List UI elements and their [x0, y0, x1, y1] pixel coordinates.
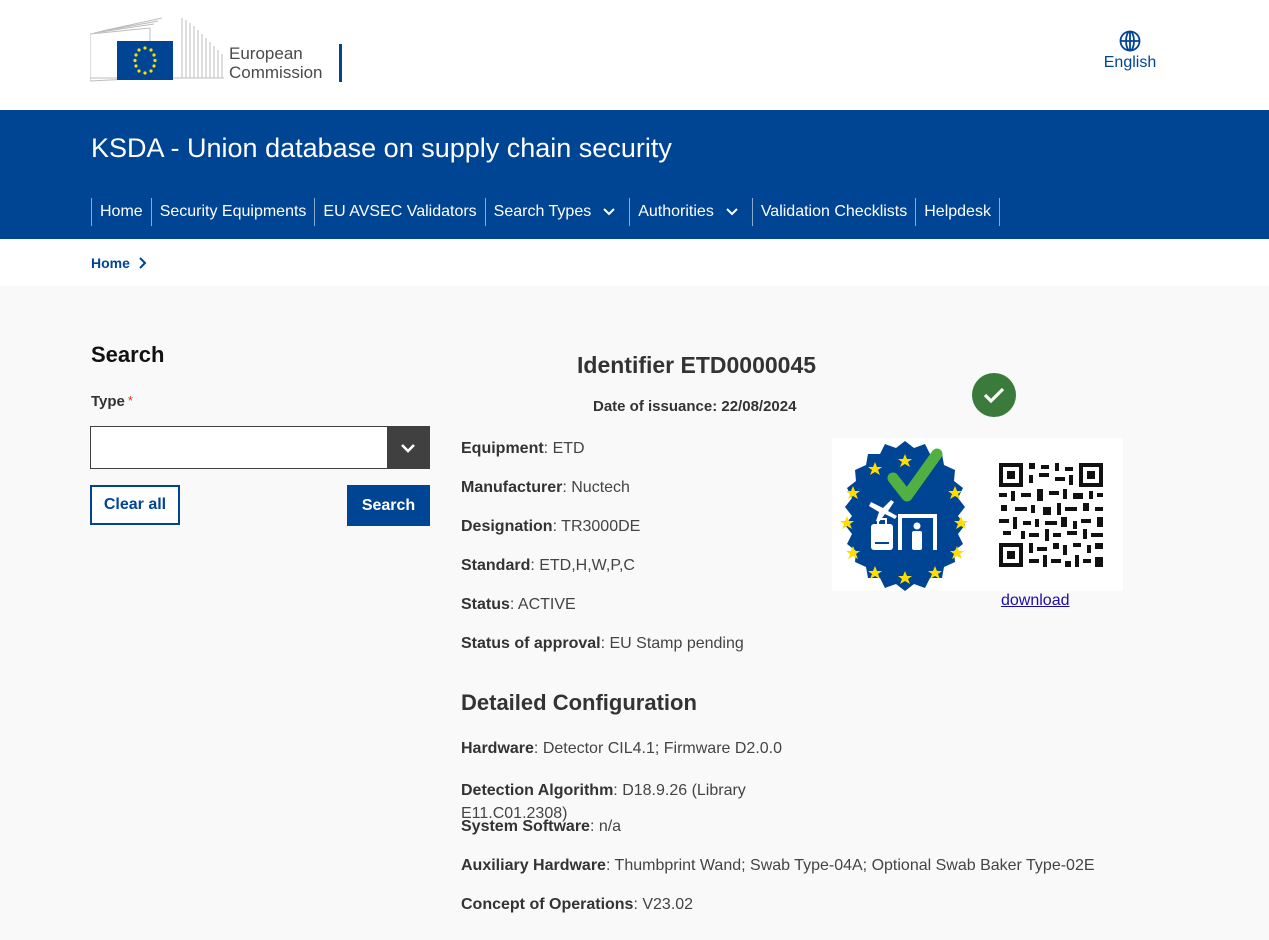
field-value: : ETD	[543, 440, 585, 457]
detailed-configuration-heading: Detailed Configuration	[461, 690, 697, 715]
nav-item-validation-checklists[interactable]: Validation Checklists	[751, 198, 915, 226]
search-heading: Search	[91, 342, 165, 367]
site-title[interactable]: KSDA - Union database on supply chain se…	[91, 133, 672, 164]
field-value: : V23.02	[633, 896, 694, 913]
top-header: European Commission English	[0, 0, 1269, 110]
clear-all-button[interactable]: Clear all	[90, 485, 180, 525]
field-equipment: Equipment: ETD	[461, 440, 585, 458]
search-button[interactable]: Search	[347, 485, 430, 526]
config-concept-of-operations: Concept of Operations: V23.02	[461, 896, 693, 914]
field-designation: Designation: TR3000DE	[461, 518, 640, 536]
nav-item-authorities[interactable]: Authorities	[629, 198, 752, 226]
field-value: : TR3000DE	[552, 518, 641, 535]
type-select[interactable]	[90, 426, 430, 469]
config-auxiliary-hardware: Auxiliary Hardware: Thumbprint Wand; Swa…	[461, 857, 1095, 875]
logo-text: European Commission	[229, 44, 323, 82]
type-label: Type *	[91, 393, 133, 410]
field-label: Standard	[461, 557, 531, 574]
european-commission-logo[interactable]: European Commission	[89, 16, 350, 84]
chevron-down-icon	[603, 208, 615, 216]
site-banner: KSDA - Union database on supply chain se…	[0, 110, 1269, 239]
ec-logo-graphic	[89, 17, 224, 82]
nav-label: Search Types	[493, 203, 592, 220]
type-label-text: Type	[91, 393, 125, 410]
field-manufacturer: Manufacturer: Nuctech	[461, 479, 630, 497]
breadcrumb-bar: Home	[0, 239, 1269, 286]
field-label: System Software	[461, 818, 590, 835]
eu-stamp-seal-icon	[840, 441, 1103, 591]
field-label: Status of approval	[461, 635, 601, 652]
nav-label: Security Equipments	[159, 203, 307, 220]
config-system-software: System Software: n/a	[461, 818, 621, 836]
required-marker: *	[127, 393, 133, 408]
field-value: : ACTIVE	[509, 596, 576, 613]
chevron-down-icon	[726, 208, 738, 216]
field-status-of-approval: Status of approval: EU Stamp pending	[461, 635, 744, 653]
nav-item-eu-avsec-validators[interactable]: EU AVSEC Validators	[314, 198, 484, 226]
field-value: : Thumbprint Wand; Swab Type-04A; Option…	[605, 857, 1095, 874]
nav-label: Authorities	[638, 203, 714, 220]
field-label: Auxiliary Hardware	[461, 857, 606, 874]
field-label: Designation	[461, 518, 553, 535]
field-label: Manufacturer	[461, 479, 563, 496]
field-value: : Nuctech	[562, 479, 630, 496]
field-value: : ETD,H,W,P,C	[530, 557, 635, 574]
nav-label: Home	[100, 203, 143, 220]
field-status: Status: ACTIVE	[461, 596, 576, 614]
nav-item-security-equipments[interactable]: Security Equipments	[150, 198, 315, 226]
logo-divider	[339, 44, 342, 82]
field-label: Status	[461, 596, 510, 613]
nav-item-helpdesk[interactable]: Helpdesk	[915, 198, 1000, 226]
field-label: Equipment	[461, 440, 544, 457]
language-label: English	[1103, 54, 1157, 71]
download-link[interactable]: download	[1001, 592, 1070, 610]
globe-icon	[1119, 30, 1141, 52]
nav-label: Validation Checklists	[760, 203, 908, 220]
field-label: Detection Algorithm	[461, 782, 614, 799]
status-check-icon	[972, 373, 1016, 417]
breadcrumb: Home	[91, 255, 147, 271]
nav-item-search-types[interactable]: Search Types	[484, 198, 630, 226]
main-nav: Home Security Equipments EU AVSEC Valida…	[91, 198, 1000, 226]
date-of-issuance: Date of issuance: 22/08/2024	[593, 398, 797, 415]
field-label: Hardware	[461, 740, 534, 757]
nav-item-home[interactable]: Home	[91, 198, 151, 226]
record-identifier: Identifier ETD0000045	[577, 352, 817, 378]
field-value: : Detector CIL4.1; Firmware D2.0.0	[533, 740, 783, 757]
certification-stamp-panel	[832, 438, 1123, 591]
nav-label: Helpdesk	[924, 203, 991, 220]
field-value: : EU Stamp pending	[600, 635, 744, 652]
chevron-down-icon	[401, 443, 415, 453]
logo-line-commission: Commission	[229, 63, 323, 82]
type-select-toggle[interactable]	[387, 427, 429, 468]
field-value: : n/a	[589, 818, 622, 835]
nav-label: EU AVSEC Validators	[323, 203, 477, 220]
field-standard: Standard: ETD,H,W,P,C	[461, 557, 635, 575]
logo-line-european: European	[229, 44, 303, 63]
chevron-right-icon	[139, 257, 147, 269]
config-hardware: Hardware: Detector CIL4.1; Firmware D2.0…	[461, 740, 782, 758]
field-label: Concept of Operations	[461, 896, 634, 913]
language-selector[interactable]: English	[1100, 30, 1160, 72]
breadcrumb-home[interactable]: Home	[91, 255, 130, 271]
